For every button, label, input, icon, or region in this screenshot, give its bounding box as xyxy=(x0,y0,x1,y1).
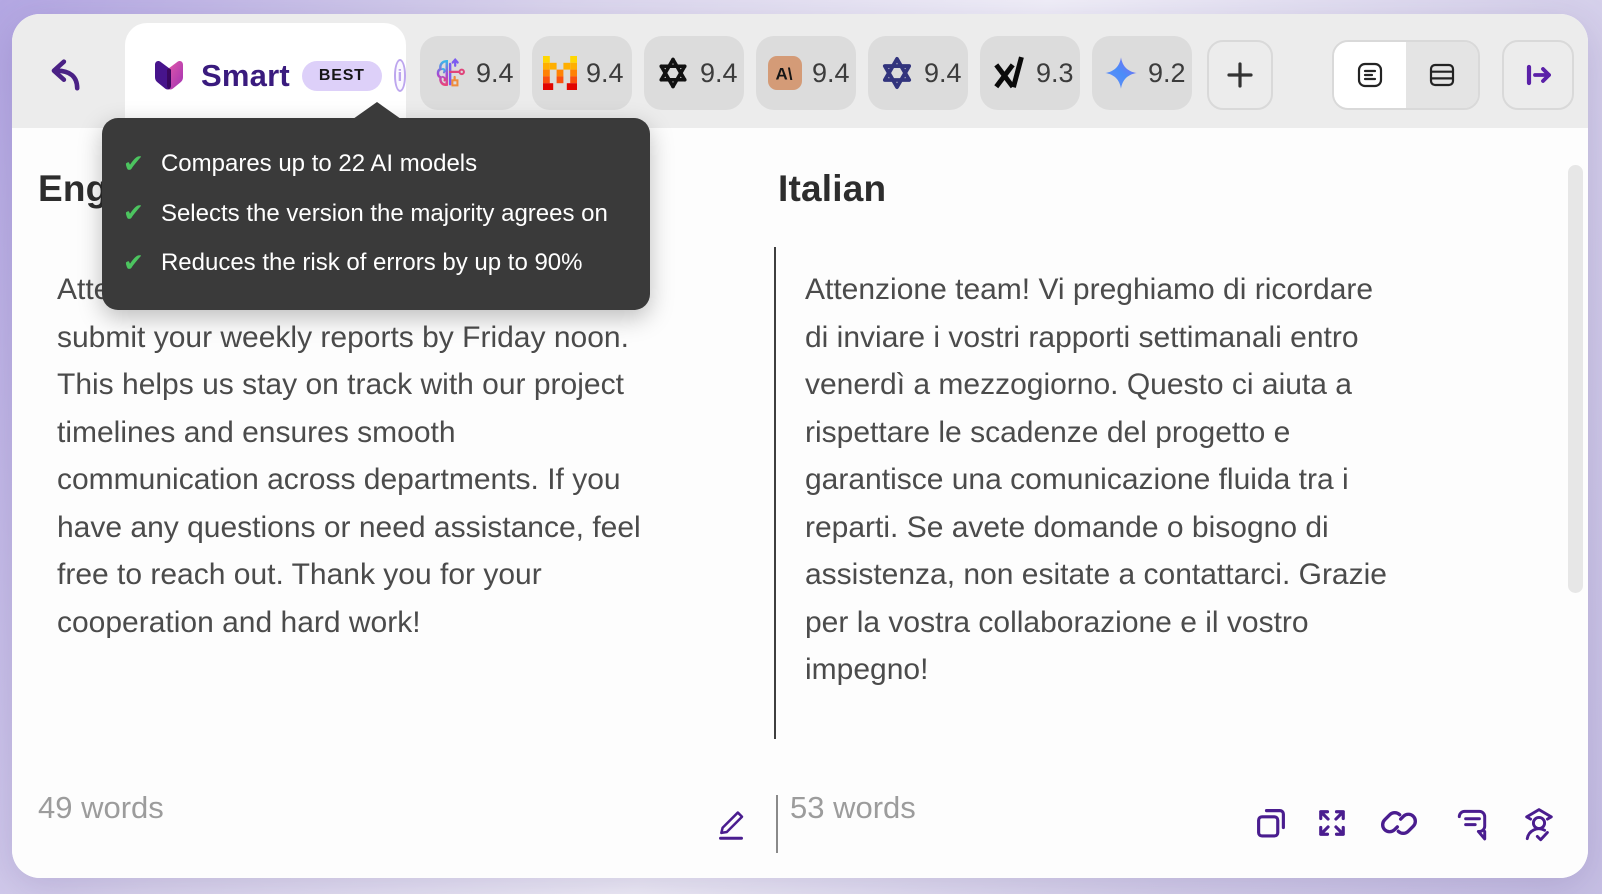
source-text[interactable]: Attention team! Please remember to submi… xyxy=(57,266,641,646)
add-model-button[interactable] xyxy=(1207,40,1273,110)
tab-model-gemini[interactable]: 9.2 xyxy=(1092,36,1192,110)
export-arrow-icon xyxy=(1521,58,1555,92)
tab-model-anthropic[interactable]: A\ 9.4 xyxy=(756,36,856,110)
tooltip-row: ✔ Selects the version the majority agree… xyxy=(123,199,650,228)
link-icon xyxy=(1380,804,1418,842)
column-divider xyxy=(774,247,776,739)
tab-model-xai[interactable]: 9.3 xyxy=(980,36,1080,110)
model-score: 9.3 xyxy=(1036,57,1074,88)
model-score: 9.4 xyxy=(700,57,738,88)
model-score: 9.4 xyxy=(812,57,850,88)
qwen-icon xyxy=(879,55,915,91)
view-card-button[interactable] xyxy=(1334,42,1406,108)
comment-button[interactable] xyxy=(1453,804,1491,842)
expand-button[interactable] xyxy=(1313,804,1351,842)
app-window: Smart BEST i 9.4 9.4 9.4 A\ 9.4 9.4 9.3 … xyxy=(12,14,1588,878)
back-button[interactable] xyxy=(34,50,90,98)
scholar-check-icon xyxy=(1520,804,1558,842)
copy-button[interactable] xyxy=(1252,804,1290,842)
check-icon: ✔ xyxy=(123,150,144,179)
svg-text:A\: A\ xyxy=(776,65,793,84)
link-button[interactable] xyxy=(1380,804,1418,842)
back-arrow-icon xyxy=(39,55,85,93)
model-score: 9.4 xyxy=(476,57,514,88)
view-rows-button[interactable] xyxy=(1406,42,1478,108)
tooltip-text: Reduces the risk of errors by up to 90% xyxy=(160,249,583,277)
smart-info-tooltip: ✔ Compares up to 22 AI models ✔ Selects … xyxy=(102,102,650,310)
xai-icon xyxy=(991,55,1027,91)
gemini-icon xyxy=(1103,55,1139,91)
target-word-count: 53 words xyxy=(790,790,916,825)
anthropic-icon: A\ xyxy=(767,55,803,91)
tab-model-openai[interactable]: 9.4 xyxy=(644,36,744,110)
tab-model-ai-brain[interactable]: 9.4 xyxy=(420,36,520,110)
rows-view-icon xyxy=(1426,59,1458,91)
source-word-count: 49 words xyxy=(38,790,164,825)
smart-tab-label: Smart xyxy=(201,57,290,93)
tab-model-mistral[interactable]: 9.4 xyxy=(532,36,632,110)
tooltip-text: Selects the version the majority agrees … xyxy=(160,199,608,227)
plus-icon xyxy=(1225,60,1255,90)
tooltip-text: Compares up to 22 AI models xyxy=(160,150,478,178)
check-icon: ✔ xyxy=(123,199,144,228)
copy-icon xyxy=(1253,805,1289,841)
tab-model-qwen[interactable]: 9.4 xyxy=(868,36,968,110)
pencil-icon xyxy=(712,801,750,843)
view-toggle xyxy=(1332,40,1480,110)
toolbar: Smart BEST i 9.4 9.4 9.4 A\ 9.4 9.4 9.3 … xyxy=(12,14,1588,128)
edit-source-button[interactable] xyxy=(709,798,753,846)
best-badge: BEST xyxy=(301,60,382,91)
target-text[interactable]: Attenzione team! Vi preghiamo di ricorda… xyxy=(805,266,1387,694)
smart-logo-icon xyxy=(149,58,189,94)
model-score: 9.4 xyxy=(924,57,962,88)
mistral-icon xyxy=(543,56,577,90)
model-score: 9.4 xyxy=(586,57,624,88)
check-icon: ✔ xyxy=(123,248,144,277)
tooltip-row: ✔ Compares up to 22 AI models xyxy=(123,150,650,179)
openai-icon xyxy=(655,55,691,91)
model-score: 9.2 xyxy=(1148,57,1186,88)
expand-icon xyxy=(1314,805,1350,841)
comment-icon xyxy=(1454,805,1490,841)
card-view-icon xyxy=(1354,59,1386,91)
tooltip-row: ✔ Reduces the risk of errors by up to 90… xyxy=(123,248,650,277)
export-button[interactable] xyxy=(1502,40,1574,110)
info-icon[interactable]: i xyxy=(393,59,406,92)
expert-review-button[interactable] xyxy=(1520,804,1558,842)
brain-circuit-icon xyxy=(431,55,467,91)
target-panel-title: Italian xyxy=(778,168,887,209)
footer-divider xyxy=(776,795,778,853)
scrollbar-thumb[interactable] xyxy=(1568,165,1583,593)
